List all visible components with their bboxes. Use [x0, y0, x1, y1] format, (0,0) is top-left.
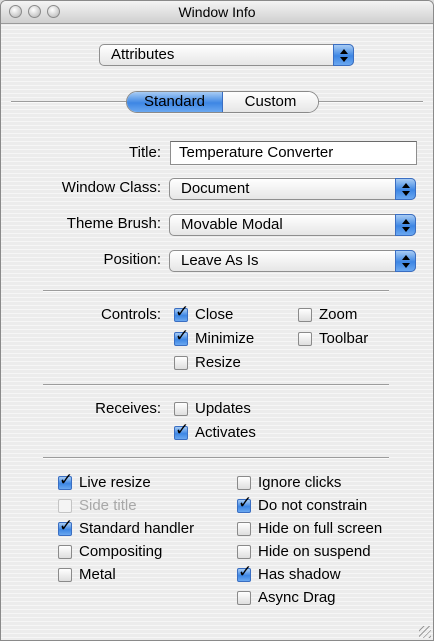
checkbox-box	[298, 308, 312, 322]
hide-on-full-screen-checkbox[interactable]: Hide on full screen	[237, 521, 382, 539]
position-label: Position:	[103, 251, 161, 268]
window-class-label: Window Class:	[61, 179, 161, 196]
do-not-constrain-label: Do not constrain	[258, 497, 368, 514]
metal-label: Metal	[79, 566, 116, 583]
title-bar[interactable]: Window Info	[1, 1, 433, 24]
hide-on-suspend-label: Hide on suspend	[258, 543, 371, 560]
theme-brush-popup[interactable]: Movable Modal	[169, 214, 416, 236]
checkbox-box	[237, 591, 251, 605]
controls-label: Controls:	[100, 306, 161, 323]
toolbar-checkbox[interactable]: Toolbar	[298, 331, 368, 349]
ignore-clicks-label: Ignore clicks	[258, 474, 342, 491]
activates-checkbox[interactable]: Activates	[174, 422, 256, 443]
toolbar-checkbox-label: Toolbar	[319, 330, 369, 347]
standard-handler-checkbox[interactable]: Standard handler	[58, 518, 195, 539]
theme-brush-label: Theme Brush:	[66, 215, 161, 232]
checkbox-box	[237, 564, 252, 582]
zoom-checkbox[interactable]: Zoom	[298, 307, 357, 325]
live-resize-checkbox[interactable]: Live resize	[58, 472, 151, 493]
checkbox-box	[174, 304, 189, 322]
updates-checkbox[interactable]: Updates	[174, 401, 251, 419]
theme-brush-value: Movable Modal	[181, 216, 283, 233]
window-class-popup[interactable]: Document	[169, 178, 416, 200]
checkbox-box	[174, 402, 188, 416]
live-resize-label: Live resize	[79, 474, 151, 491]
checkbox-box	[237, 476, 251, 490]
popup-arrows-icon	[395, 214, 416, 236]
title-label: Title:	[129, 144, 161, 161]
tab-custom[interactable]: Custom	[223, 92, 318, 112]
attributes-popup-value: Attributes	[111, 46, 175, 63]
resize-checkbox-label: Resize	[195, 354, 241, 371]
tab-control: Standard Custom	[126, 91, 319, 113]
checkbox-box	[58, 545, 72, 559]
attributes-popup[interactable]: Attributes	[99, 44, 354, 66]
resize-grip-icon[interactable]	[419, 626, 431, 638]
minimize-checkbox-label: Minimize	[195, 330, 255, 347]
hide-on-full-screen-label: Hide on full screen	[258, 520, 383, 537]
zoom-checkbox-label: Zoom	[319, 306, 358, 323]
standard-handler-label: Standard handler	[79, 520, 195, 537]
position-value: Leave As Is	[181, 252, 259, 269]
minimize-checkbox[interactable]: Minimize	[174, 328, 255, 349]
checkbox-box	[174, 356, 188, 370]
tab-standard[interactable]: Standard	[127, 92, 223, 112]
do-not-constrain-checkbox[interactable]: Do not constrain	[237, 495, 368, 516]
ignore-clicks-checkbox[interactable]: Ignore clicks	[237, 475, 341, 493]
close-checkbox-label: Close	[195, 306, 234, 323]
checkbox-box	[58, 499, 72, 513]
side-title-checkbox: Side title	[58, 498, 137, 516]
popup-arrows-icon	[333, 44, 354, 66]
window-title: Window Info	[178, 4, 256, 20]
activates-checkbox-label: Activates	[195, 424, 256, 441]
has-shadow-label: Has shadow	[258, 566, 341, 583]
compositing-label: Compositing	[79, 543, 163, 560]
checkbox-box	[58, 518, 73, 536]
window-class-value: Document	[181, 180, 250, 197]
checkbox-box	[58, 472, 73, 490]
position-popup[interactable]: Leave As Is	[169, 250, 416, 272]
divider	[43, 384, 389, 386]
checkbox-box	[174, 422, 189, 440]
divider	[43, 457, 389, 459]
metal-checkbox[interactable]: Metal	[58, 567, 116, 585]
checkbox-box	[298, 332, 312, 346]
close-checkbox[interactable]: Close	[174, 304, 234, 325]
checkbox-box	[237, 522, 251, 536]
resize-checkbox[interactable]: Resize	[174, 355, 241, 373]
checkbox-box	[58, 568, 72, 582]
title-field[interactable]: Temperature Converter	[170, 141, 417, 165]
compositing-checkbox[interactable]: Compositing	[58, 544, 162, 562]
has-shadow-checkbox[interactable]: Has shadow	[237, 564, 341, 585]
hide-on-suspend-checkbox[interactable]: Hide on suspend	[237, 544, 371, 562]
receives-label: Receives:	[95, 400, 161, 417]
popup-arrows-icon	[395, 178, 416, 200]
checkbox-box	[237, 545, 251, 559]
async-drag-label: Async Drag	[258, 589, 336, 606]
async-drag-checkbox[interactable]: Async Drag	[237, 590, 336, 608]
window-info-panel: Window Info Attributes Standard Custom T…	[0, 0, 434, 641]
checkbox-box	[174, 328, 189, 346]
side-title-label: Side title	[79, 497, 137, 514]
popup-arrows-icon	[395, 250, 416, 272]
updates-checkbox-label: Updates	[195, 400, 251, 417]
divider	[43, 290, 389, 292]
checkbox-box	[237, 495, 252, 513]
